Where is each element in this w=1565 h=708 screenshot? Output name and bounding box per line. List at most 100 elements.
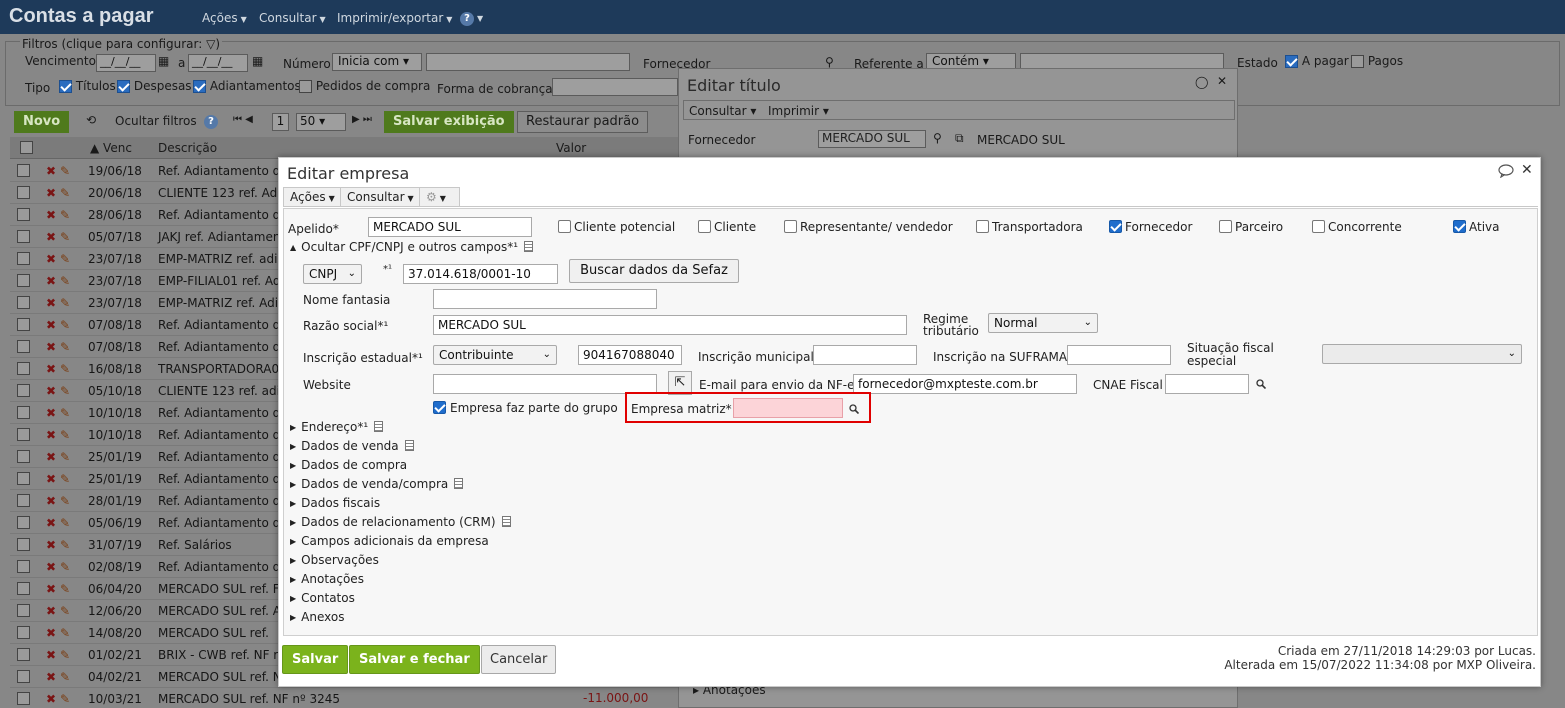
delete-icon[interactable]: ✖ (46, 692, 56, 706)
inscricao-municipal-input[interactable] (813, 345, 917, 365)
row-checkbox[interactable] (17, 186, 30, 199)
dialog-acoes-menu[interactable]: Ações ▼ (283, 187, 341, 207)
doc-type-select[interactable]: CNPJ ⌄ (303, 264, 362, 284)
row-checkbox[interactable] (17, 164, 30, 177)
delete-icon[interactable]: ✖ (46, 626, 56, 640)
edit-icon[interactable]: ✎ (60, 538, 70, 552)
row-checkbox[interactable] (17, 384, 30, 397)
delete-icon[interactable]: ✖ (46, 472, 56, 486)
delete-icon[interactable]: ✖ (46, 186, 56, 200)
restaurar-padrao-button[interactable]: Restaurar padrão (517, 111, 649, 133)
row-checkbox[interactable] (17, 670, 30, 683)
select-all-checkbox[interactable] (20, 141, 33, 154)
row-checkbox[interactable] (17, 648, 30, 661)
edit-icon[interactable]: ✎ (60, 296, 70, 310)
delete-icon[interactable]: ✖ (46, 164, 56, 178)
edit-icon[interactable]: ✎ (60, 670, 70, 684)
buscar-sefaz-button[interactable]: Buscar dados da Sefaz (569, 259, 739, 283)
refresh-icon[interactable]: ⟲ (86, 113, 96, 127)
delete-icon[interactable]: ✖ (46, 560, 56, 574)
edit-icon[interactable]: ✎ (60, 252, 70, 266)
edit-icon[interactable]: ✎ (60, 186, 70, 200)
estado-a-pagar[interactable]: A pagar (1285, 54, 1349, 68)
edit-icon[interactable]: ✎ (60, 648, 70, 662)
row-checkbox[interactable] (17, 406, 30, 419)
row-checkbox[interactable] (17, 296, 30, 309)
edit-icon[interactable]: ✎ (60, 604, 70, 618)
row-checkbox[interactable] (17, 582, 30, 595)
edit-icon[interactable]: ✎ (60, 340, 70, 354)
row-checkbox[interactable] (17, 538, 30, 551)
numero-mode-select[interactable]: Inicia com ▾ (332, 53, 422, 71)
ativa-checkbox[interactable] (1453, 220, 1466, 233)
sort-venc-header[interactable]: ▲ Venc (90, 141, 132, 155)
empresa-matriz-input[interactable] (733, 398, 843, 418)
section-toggle[interactable]: ▶ Dados de relacionamento (CRM) (290, 515, 511, 529)
comment-icon[interactable] (1498, 164, 1514, 178)
apelido-input[interactable]: MERCADO SUL (368, 217, 532, 237)
section-toggle[interactable]: ▶ Dados de compra (290, 458, 407, 472)
section-toggle[interactable]: ▶ Dados de venda (290, 439, 414, 453)
delete-icon[interactable]: ✖ (46, 274, 56, 288)
delete-icon[interactable]: ✖ (46, 648, 56, 662)
close-icon[interactable]: ✕ (1521, 162, 1533, 178)
numero-input[interactable] (426, 53, 630, 71)
edit-icon[interactable]: ✎ (60, 692, 70, 706)
section-toggle[interactable]: ▶ Endereço*¹ (290, 420, 384, 434)
grupo-checkbox[interactable] (433, 401, 446, 414)
inscricao-estadual-input[interactable]: 904167088040 (578, 345, 682, 365)
concorrente-checkbox[interactable] (1312, 220, 1325, 233)
titulo-fornecedor-input[interactable]: MERCADO SUL (818, 130, 926, 148)
section-toggle[interactable]: ▶ Observações (290, 553, 379, 567)
calendar-icon[interactable]: ▦ (158, 54, 169, 68)
salvar-exibicao-button[interactable]: Salvar exibição (384, 111, 514, 133)
vencimento-start-input[interactable]: __/__/__ (96, 54, 156, 72)
row-checkbox[interactable] (17, 340, 30, 353)
search-icon[interactable] (1256, 379, 1266, 389)
valor-header[interactable]: Valor (556, 141, 586, 155)
row-checkbox[interactable] (17, 274, 30, 287)
row-checkbox[interactable] (17, 208, 30, 221)
page-input[interactable]: 1 (272, 113, 289, 131)
titulo-consultar-menu[interactable]: Consultar ▾ (689, 104, 756, 118)
delete-icon[interactable]: ✖ (46, 538, 56, 552)
nome-fantasia-input[interactable] (433, 289, 657, 309)
section-toggle[interactable]: ▶ Anotações (290, 572, 364, 586)
search-icon[interactable]: ⚲ (825, 55, 834, 69)
tipo-titulos[interactable]: Títulos (59, 79, 116, 93)
edit-icon[interactable]: ✎ (60, 516, 70, 530)
tipo-adiantamentos[interactable]: Adiantamentos (193, 79, 301, 93)
delete-icon[interactable]: ✖ (46, 208, 56, 222)
row-checkbox[interactable] (17, 252, 30, 265)
row-checkbox[interactable] (17, 516, 30, 529)
row-checkbox[interactable] (17, 604, 30, 617)
website-input[interactable] (433, 374, 657, 394)
close-icon[interactable]: ✕ (1217, 74, 1227, 88)
fornecedor-checkbox[interactable] (1109, 220, 1122, 233)
delete-icon[interactable]: ✖ (46, 252, 56, 266)
delete-icon[interactable]: ✖ (46, 670, 56, 684)
vencimento-end-input[interactable]: __/__/__ (188, 54, 248, 72)
row-checkbox[interactable] (17, 450, 30, 463)
row-checkbox[interactable] (17, 472, 30, 485)
edit-icon[interactable]: ✎ (60, 164, 70, 178)
titulo-imprimir-menu[interactable]: Imprimir ▾ (768, 104, 829, 118)
section-toggle[interactable]: ▶ Contatos (290, 591, 355, 605)
menu-imprimir-exportar[interactable]: Imprimir/exportar ▼ (337, 11, 452, 25)
razao-social-input[interactable]: MERCADO SUL (433, 315, 907, 335)
menu-consultar[interactable]: Consultar ▼ (259, 11, 326, 25)
section-toggle[interactable]: ▶ Dados de venda/compra (290, 477, 464, 491)
row-checkbox[interactable] (17, 230, 30, 243)
edit-icon[interactable]: ✎ (60, 626, 70, 640)
cnpj-input[interactable]: 37.014.618/0001-10 (403, 264, 558, 284)
cliente-potencial-checkbox[interactable] (558, 220, 571, 233)
dialog-consultar-menu[interactable]: Consultar ▼ (340, 187, 420, 207)
section-toggle[interactable]: ▶ Dados fiscais (290, 496, 380, 510)
row-checkbox[interactable] (17, 494, 30, 507)
edit-icon[interactable]: ✎ (60, 274, 70, 288)
delete-icon[interactable]: ✖ (46, 494, 56, 508)
calendar-icon[interactable]: ▦ (252, 54, 263, 68)
edit-icon[interactable]: ✎ (60, 384, 70, 398)
help-icon[interactable]: ? ▼ (460, 10, 483, 26)
first-page-icon[interactable]: ⏮ ◀ (233, 114, 253, 125)
